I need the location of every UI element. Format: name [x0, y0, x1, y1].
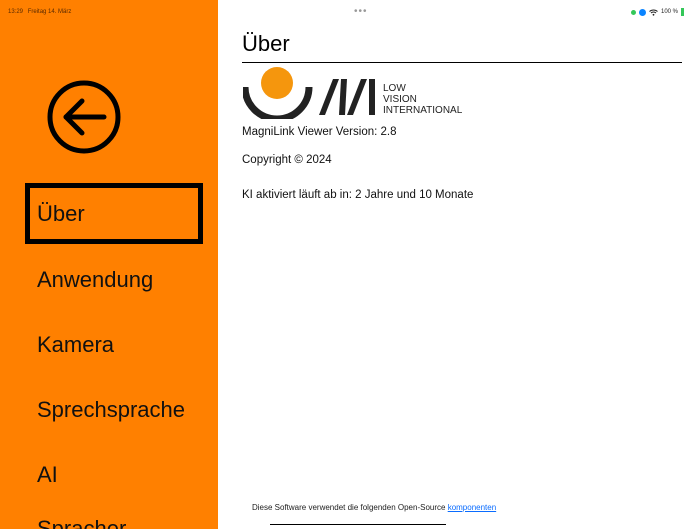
sidebar: 13:29 Freitag 14. März Über Anwendung Ka… — [0, 0, 218, 529]
sidebar-item-ai[interactable]: AI — [37, 462, 58, 488]
logo-line-vision: VISION — [383, 94, 417, 105]
battery-icon — [681, 8, 684, 16]
title-divider — [242, 62, 682, 63]
home-indicator — [270, 524, 446, 525]
status-time: 13:29 — [8, 9, 24, 15]
status-time-date: 13:29 Freitag 14. März — [8, 9, 71, 15]
status-date: Freitag 14. März — [27, 9, 72, 15]
open-source-note: Diese Software verwendet die folgenden O… — [252, 503, 496, 512]
sidebar-item-ueber[interactable]: Über — [37, 201, 85, 227]
multitasking-dots[interactable]: ••• — [354, 6, 368, 17]
sidebar-item-anwendung[interactable]: Anwendung — [37, 267, 153, 293]
focus-icon — [638, 8, 646, 16]
sidebar-item-sprechsprache[interactable]: Sprechsprache — [37, 397, 185, 423]
lvi-logo — [241, 67, 383, 124]
logo-wordmark: LOW VISION INTERNATIONAL — [383, 83, 462, 116]
wifi-icon — [649, 9, 658, 16]
open-source-text: Diese Software verwendet die folgenden O… — [252, 503, 446, 512]
back-arrow-icon — [47, 80, 121, 154]
sidebar-item-sprache[interactable]: Spracher... — [37, 516, 143, 529]
status-indicators: 100 % — [630, 8, 684, 16]
lvi-logo-mark — [241, 67, 375, 123]
copyright-text: Copyright © 2024 — [242, 154, 332, 166]
sidebar-item-kamera[interactable]: Kamera — [37, 332, 114, 358]
ki-expiry-text: KI aktiviert läuft ab in: 2 Jahre und 10… — [242, 189, 474, 201]
open-source-link[interactable]: komponenten — [448, 503, 496, 512]
camera-indicator-icon — [630, 9, 636, 15]
version-text: MagniLink Viewer Version: 2.8 — [242, 126, 397, 138]
back-button[interactable] — [44, 77, 124, 157]
logo-line-international: INTERNATIONAL — [383, 105, 463, 116]
battery-percent: 100 % — [660, 9, 678, 15]
logo-line-low: LOW — [383, 83, 406, 94]
page-title: Über — [242, 31, 290, 56]
